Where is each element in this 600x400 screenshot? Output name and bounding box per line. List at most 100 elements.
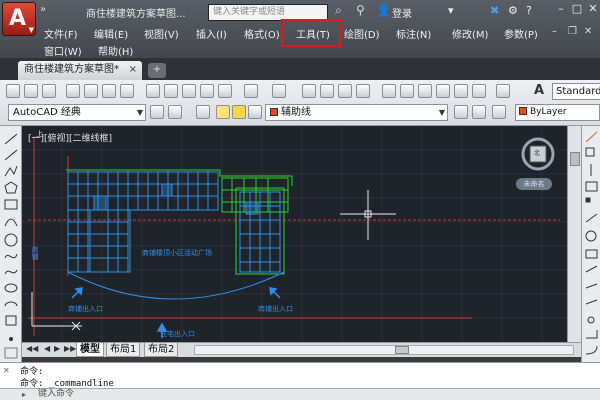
tab-model[interactable]: 模型 [76,343,104,357]
open-file-icon[interactable] [24,84,38,98]
polygon-tool-icon [4,181,18,194]
command-close-icon[interactable]: ✕ [3,366,15,386]
menu-insert[interactable]: 插入(I) [196,26,227,41]
ucs-unnamed-menu[interactable]: 未命名 [516,178,552,190]
workspace-settings-icon[interactable] [150,105,164,119]
doc-minimize-icon[interactable]: – [552,26,557,37]
prev-layout-icon[interactable]: ◀ [44,344,50,353]
quick-access-expand-icon[interactable]: » [40,4,46,15]
color-select-value: ByLayer [530,107,567,117]
save-icon[interactable] [42,84,56,98]
block-editor-icon[interactable] [218,84,232,98]
chevron-down-icon[interactable]: ▼ [137,105,143,120]
exchange-icon[interactable]: ✖ [490,4,499,17]
color-select[interactable]: ByLayer [515,104,600,121]
publish-icon[interactable] [102,84,116,98]
workspace-lock-icon[interactable] [168,105,182,119]
horizontal-scrollbar[interactable] [194,345,574,355]
doc-close-icon[interactable]: ✕ [584,26,592,37]
application-menu-button[interactable]: A ▼ [2,2,36,36]
document-tab-bar: 商住楼建筑方案草图* × + [0,58,600,80]
menu-edit[interactable]: 编辑(E) [94,26,128,41]
tool-palettes-icon[interactable] [418,84,432,98]
layer-lock-icon[interactable] [248,105,262,119]
quickcalc-icon[interactable] [472,84,486,98]
binoculars-icon[interactable]: ⚲ [356,3,365,17]
close-icon[interactable]: ✕ [584,2,600,18]
properties-icon[interactable] [382,84,396,98]
tab-close-icon[interactable]: × [129,61,137,79]
document-tab[interactable]: 商住楼建筑方案草图* × [18,61,142,80]
zoom-previous-icon[interactable] [356,84,370,98]
login-button[interactable]: 登录 [392,5,412,20]
toolbars: A Standard AutoCAD 经典 ▼ 辅助线 ▼ ByLayer [0,80,600,126]
point-tool-icon [9,337,13,341]
menu-draw[interactable]: 绘图(D) [344,26,380,41]
print-icon[interactable] [66,84,80,98]
tab-layout1[interactable]: 布局1 [106,343,141,357]
redo-icon[interactable] [272,84,286,98]
extend-tool-icon [585,299,598,305]
zoom-realtime-icon[interactable] [320,84,334,98]
undo-icon[interactable] [244,84,258,98]
new-tab-button[interactable]: + [148,63,166,78]
doc-restore-icon[interactable]: ❐ [568,26,577,37]
menu-dimension[interactable]: 标注(N) [396,26,431,41]
design-center-icon[interactable] [400,84,414,98]
cut-icon[interactable] [146,84,160,98]
markup-icon[interactable] [454,84,468,98]
construction-line-icon [4,149,18,161]
chevron-down-icon[interactable]: ▼ [439,105,445,120]
color-swatch [519,107,527,115]
viewcube-face-label[interactable]: 北 [534,148,540,157]
search-icon[interactable]: ⌕ [330,3,347,20]
menu-format[interactable]: 格式(O) [244,26,280,41]
insert-block-icon [5,315,17,326]
pan-icon[interactable] [302,84,316,98]
layer-select[interactable]: 辅助线 ▼ [265,104,448,121]
make-object-layer-current-icon[interactable] [454,105,468,119]
community-icon[interactable]: ⚙ [508,4,518,17]
vertical-scrollbar[interactable] [567,126,581,342]
workspace-select[interactable]: AutoCAD 经典 ▼ [8,104,146,121]
title-bar: A ▼ » 商住楼建筑方案草图... 键入关键字或短语 ⌕ ⚲ 👤 登录 ▾ ✖… [0,0,600,58]
command-input[interactable]: ▸ 键入命令 [0,388,600,400]
drawing-svg [22,126,567,342]
3d-dwf-icon[interactable] [120,84,134,98]
layer-states-icon[interactable] [492,105,506,119]
sheet-set-icon[interactable] [436,84,450,98]
dropdown-arrow-icon[interactable]: ▾ [448,4,454,17]
copy-icon[interactable] [164,84,178,98]
match-properties-icon[interactable] [200,84,214,98]
next-layout-icon[interactable]: ▶ [54,344,60,353]
help-icon[interactable] [496,84,510,98]
vertical-scroll-thumb[interactable] [570,152,580,166]
menu-parametric[interactable]: 参数(P) [504,26,538,41]
help-question-icon[interactable]: ? [526,4,532,17]
command-prompt-icon[interactable]: ▸ [22,390,32,399]
rotate-tool-icon [585,230,597,242]
right-building-plan [239,191,281,273]
tab-layout2[interactable]: 布局2 [144,343,179,357]
paste-icon[interactable] [182,84,196,98]
layer-freeze-sun-icon[interactable] [232,105,246,119]
last-layout-icon[interactable]: ▶▶ [64,344,76,353]
first-layout-icon[interactable]: ◀◀ [26,344,38,353]
window-title: 商住楼建筑方案草图... [86,9,186,20]
new-file-icon[interactable] [6,84,20,98]
drawing-canvas[interactable]: [一][俯视][二维线框] 上 北 未命名 商铺楼顶小区活动广场 商铺出入口 商… [22,126,567,342]
workspace-select-value: AutoCAD 经典 [13,107,81,118]
print-preview-icon[interactable] [84,84,98,98]
menu-help[interactable]: 帮助(H) [98,43,133,58]
layer-on-lightbulb-icon[interactable] [216,105,230,119]
menu-window[interactable]: 窗口(W) [44,43,82,58]
menu-view[interactable]: 视图(V) [144,26,179,41]
layer-previous-icon[interactable] [472,105,486,119]
text-style-select[interactable]: Standard [552,83,600,100]
menu-modify[interactable]: 修改(M) [452,26,488,41]
menu-file[interactable]: 文件(F) [44,26,78,41]
layer-properties-icon[interactable] [196,105,210,119]
zoom-window-icon[interactable] [338,84,352,98]
horizontal-scroll-thumb[interactable] [395,346,409,354]
user-icon[interactable]: 👤 [376,3,391,17]
